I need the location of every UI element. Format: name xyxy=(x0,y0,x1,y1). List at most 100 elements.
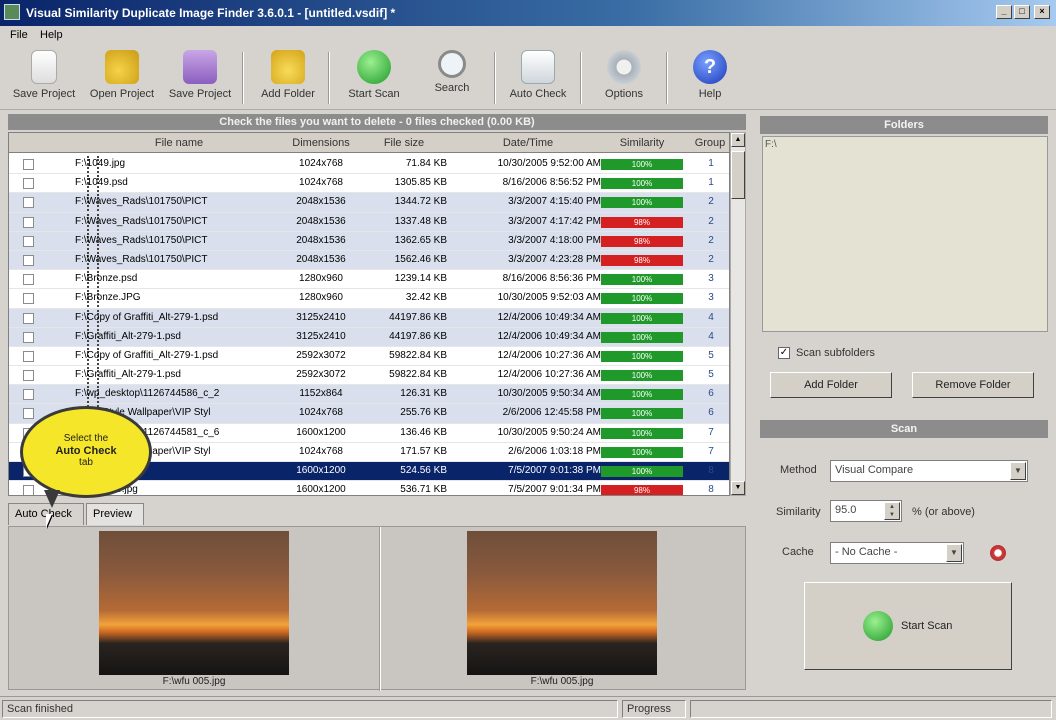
column-file-name[interactable]: File name xyxy=(79,137,279,149)
callout-line-2: Auto Check xyxy=(55,445,117,457)
dimensions-cell: 1024x768 xyxy=(299,445,343,457)
row-checkbox[interactable] xyxy=(23,254,34,266)
add-folder-panel-button[interactable]: Add Folder xyxy=(770,372,892,398)
table-row[interactable]: F:\Waves_Rads\101750\PICT 2048x1536 1337.4… xyxy=(9,212,729,232)
open-project-button[interactable]: Open Project xyxy=(84,50,160,110)
similarity-value: 95.0 xyxy=(835,504,857,516)
start-scan-button[interactable]: Start Scan xyxy=(336,50,412,110)
table-row[interactable]: F:\Bronze.JPG 1280x960 32.42 KB 10/30/2005 … xyxy=(9,289,729,309)
search-button[interactable]: Search xyxy=(414,50,490,110)
clear-cache-icon[interactable] xyxy=(990,545,1006,561)
chevron-down-icon[interactable]: ▼ xyxy=(946,544,962,562)
scroll-thumb[interactable] xyxy=(731,151,745,199)
row-checkbox[interactable] xyxy=(23,235,34,247)
method-value: Visual Compare xyxy=(835,464,914,476)
chevron-down-icon[interactable]: ▼ xyxy=(1010,462,1026,480)
minimize-button[interactable]: _ xyxy=(996,5,1012,19)
table-row[interactable]: F:\Bronze.psd 1280x960 1239.14 KB 8/16/2006… xyxy=(9,270,729,290)
dimensions-cell: 1152x864 xyxy=(299,388,343,400)
similarity-bar: 100% xyxy=(601,274,683,286)
date-time-cell: 7/5/2007 9:01:34 PM xyxy=(508,484,601,496)
row-checkbox[interactable] xyxy=(23,293,34,305)
table-row[interactable]: F:\wp_desktop\1126744586_c_2 1152x864 126.… xyxy=(9,385,729,405)
file-name-cell: F:\Graffiti_Alt-279-1.psd xyxy=(75,369,181,381)
similarity-stepper[interactable]: 95.0 ▲ ▼ xyxy=(830,500,902,522)
file-size-cell: 524.56 KB xyxy=(400,465,447,476)
date-time-cell: 2/6/2006 1:03:18 PM xyxy=(508,445,601,457)
group-cell: 3 xyxy=(708,273,714,285)
toolbar-separator xyxy=(580,52,582,104)
file-name-cell: F:\Waves_Rads\101750\PICT xyxy=(75,253,208,265)
stepper-arrows-icon[interactable]: ▲ ▼ xyxy=(884,502,900,520)
table-row[interactable]: F:\Copy of Graffiti_Alt-279-1.psd 2592x30… xyxy=(9,347,729,367)
table-row[interactable]: F:\Waves_Rads\101750\PICT 2048x1536 1362.6… xyxy=(9,231,729,251)
scan-header: Scan xyxy=(760,420,1048,438)
table-row[interactable]: F:\Waves_Rads\101750\PICT 2048x1536 1344.7… xyxy=(9,193,729,213)
column-similarity[interactable]: Similarity xyxy=(601,137,683,149)
row-checkbox[interactable] xyxy=(23,312,34,324)
scan-subfolders-label: Scan subfolders xyxy=(796,347,875,359)
column-file-size[interactable]: File size xyxy=(361,137,447,149)
row-checkbox[interactable] xyxy=(23,485,34,495)
group-cell: 8 xyxy=(708,484,714,496)
checklist-icon xyxy=(521,50,555,84)
menu-file[interactable]: File xyxy=(10,29,28,41)
remove-folder-button[interactable]: Remove Folder xyxy=(912,372,1034,398)
tab-preview[interactable]: Preview xyxy=(86,503,144,525)
file-size-cell: 32.42 KB xyxy=(405,292,447,304)
date-time-cell: 12/4/2006 10:49:34 AM xyxy=(497,330,601,342)
start-scan-panel-button[interactable]: Start Scan xyxy=(804,582,1012,670)
scan-subfolders-checkbox[interactable]: ✓ xyxy=(778,347,790,359)
results-scrollbar[interactable]: ▲ ▼ xyxy=(730,132,746,496)
folder-list-item[interactable]: F:\ xyxy=(765,139,777,150)
preview-caption-right: F:\wfu 005.jpg xyxy=(530,676,594,687)
file-name-cell: F:\wp_desktop\1126744586_c_2 xyxy=(75,388,220,400)
menu-help[interactable]: Help xyxy=(40,29,63,41)
auto-check-button[interactable]: Auto Check xyxy=(500,50,576,110)
add-folder-button[interactable]: Add Folder xyxy=(250,50,326,110)
row-checkbox[interactable] xyxy=(23,370,34,382)
preview-image-left xyxy=(99,531,289,675)
save-project-button[interactable]: Save Project xyxy=(6,50,82,110)
dimensions-cell: 3125x2410 xyxy=(296,311,346,323)
date-time-cell: 8/16/2006 8:56:36 PM xyxy=(502,273,601,285)
date-time-cell: 12/4/2006 10:27:36 AM xyxy=(497,369,601,381)
row-checkbox[interactable] xyxy=(23,331,34,343)
file-size-cell: 44197.86 KB xyxy=(389,311,447,323)
save-project-disk-button[interactable]: Save Project xyxy=(162,50,238,110)
table-row[interactable]: F:\Waves_Rads\101750\PICT 2048x1536 1562.4… xyxy=(9,250,729,271)
row-checkbox[interactable] xyxy=(23,197,34,209)
row-checkbox[interactable] xyxy=(23,178,34,190)
table-row[interactable]: F:\Graffiti_Alt-279-1.psd 2592x3072 59822.… xyxy=(9,366,729,386)
date-time-cell: 12/4/2006 10:49:34 AM xyxy=(497,311,601,323)
method-select[interactable]: Visual Compare ▼ xyxy=(830,460,1028,482)
scroll-up-icon[interactable]: ▲ xyxy=(731,133,745,147)
help-button[interactable]: ? Help xyxy=(672,50,748,110)
scroll-down-icon[interactable]: ▼ xyxy=(731,481,745,495)
file-name-cell: F:\Copy of Graffiti_Alt-279-1.psd xyxy=(75,349,219,361)
row-checkbox[interactable] xyxy=(23,274,34,286)
options-button[interactable]: Options xyxy=(586,50,662,110)
similarity-bar: 98% xyxy=(601,254,683,266)
row-checkbox[interactable] xyxy=(23,389,34,401)
table-row[interactable]: F:\Copy of Graffiti_Alt-279-1.psd 3125x24… xyxy=(9,308,729,328)
column-dimensions[interactable]: Dimensions xyxy=(285,137,357,149)
row-checkbox[interactable] xyxy=(23,216,34,228)
table-row[interactable]: F:\1049.jpg 1024x768 71.84 KB 10/30/2005 9:… xyxy=(9,155,729,175)
table-row[interactable]: F:\1049.psd 1024x768 1305.85 KB 8/16/2006 8… xyxy=(9,174,729,194)
callout-line-3: tab xyxy=(79,457,93,468)
folders-list[interactable]: F:\ xyxy=(762,136,1048,332)
group-cell: 2 xyxy=(708,196,714,208)
maximize-button[interactable]: □ xyxy=(1014,5,1030,19)
column-group[interactable]: Group xyxy=(691,137,729,149)
date-time-cell: 10/30/2005 9:52:03 AM xyxy=(497,292,601,304)
file-size-cell: 171.57 KB xyxy=(400,445,447,457)
row-checkbox[interactable] xyxy=(23,350,34,362)
column-date-time[interactable]: Date/Time xyxy=(455,137,601,149)
table-row[interactable]: F:\Graffiti_Alt-279-1.psd 3125x2410 44197.… xyxy=(9,327,729,347)
cache-select[interactable]: - No Cache - ▼ xyxy=(830,542,964,564)
row-checkbox[interactable] xyxy=(23,159,34,170)
magnifier-icon xyxy=(438,50,466,78)
row-checkbox[interactable] xyxy=(23,408,34,420)
close-button[interactable]: × xyxy=(1034,5,1050,19)
